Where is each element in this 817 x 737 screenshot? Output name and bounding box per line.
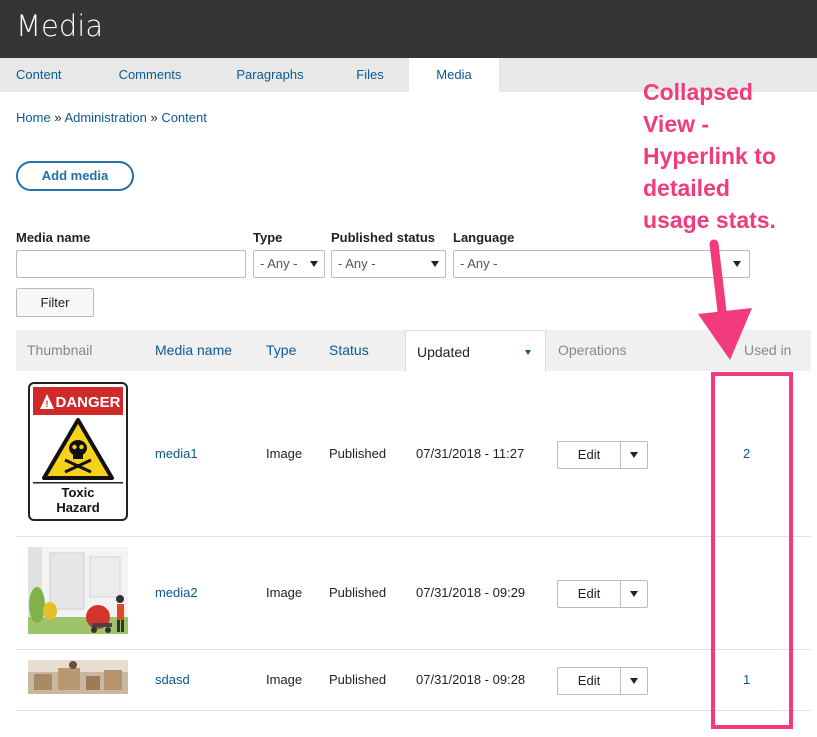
row-divider <box>16 536 811 537</box>
header-type[interactable]: Type <box>266 330 296 371</box>
operations-dropbutton: Edit <box>557 580 648 608</box>
tab-media[interactable]: Media <box>409 58 499 92</box>
edit-button[interactable]: Edit <box>558 442 621 468</box>
edit-button[interactable]: Edit <box>558 668 621 694</box>
status-cell: Published <box>329 446 387 461</box>
chevron-down-icon <box>431 261 439 267</box>
annotation-line: Collapsed <box>643 79 753 105</box>
updated-cell: 07/31/2018 - 09:29 <box>416 585 526 600</box>
dropbutton-toggle[interactable] <box>621 581 647 607</box>
svg-text:!: ! <box>46 399 49 409</box>
media-name-label: Media name <box>16 230 91 245</box>
status-cell: Published <box>329 672 387 687</box>
updated-cell: 07/31/2018 - 09:28 <box>416 672 526 687</box>
hazard-text: Hazard <box>56 500 99 515</box>
dropbutton-toggle[interactable] <box>621 442 647 468</box>
annotation-line: View - <box>643 111 710 137</box>
media-name-link[interactable]: sdasd <box>155 672 190 687</box>
annotation-arrow-icon <box>698 239 752 360</box>
breadcrumb-home[interactable]: Home <box>16 110 51 125</box>
header-status[interactable]: Status <box>329 330 369 371</box>
edit-button[interactable]: Edit <box>558 581 621 607</box>
tab-files[interactable]: Files <box>345 58 395 92</box>
published-status-value: - Any - <box>338 256 376 271</box>
tab-comments[interactable]: Comments <box>110 58 190 92</box>
breadcrumb-separator: » <box>54 110 62 125</box>
annotation-line: detailed <box>643 175 730 201</box>
header-thumbnail: Thumbnail <box>27 342 93 358</box>
row-divider <box>16 710 811 711</box>
toxic-text: Toxic <box>62 485 95 500</box>
dropbutton-toggle[interactable] <box>621 668 647 694</box>
breadcrumb-separator: » <box>150 110 158 125</box>
type-select-value: - Any - <box>260 256 298 271</box>
tab-paragraphs[interactable]: Paragraphs <box>226 58 314 92</box>
language-label: Language <box>453 230 515 245</box>
annotation-callout: Collapsed View - Hyperlink to detailed u… <box>643 76 813 236</box>
breadcrumb: Home » Administration » Content <box>16 110 207 125</box>
published-status-label: Published status <box>331 230 436 245</box>
moving-scene-image <box>28 547 128 634</box>
thumbnail-danger-sign[interactable]: ! DANGER Toxic Hazard <box>28 382 128 521</box>
type-cell: Image <box>266 672 303 687</box>
chevron-down-icon <box>630 591 638 597</box>
boxes-image <box>28 660 128 694</box>
type-cell: Image <box>266 446 303 461</box>
header-updated[interactable]: Updated <box>405 330 546 372</box>
danger-text: DANGER <box>55 394 120 411</box>
published-status-select[interactable]: - Any - <box>331 250 446 278</box>
language-value: - Any - <box>460 256 498 271</box>
media-name-input[interactable] <box>16 250 246 278</box>
media-name-link[interactable]: media2 <box>155 585 198 600</box>
operations-dropbutton: Edit <box>557 441 648 469</box>
thumbnail-boxes-image[interactable] <box>28 660 128 694</box>
chevron-down-icon <box>630 678 638 684</box>
page-title: Media <box>16 9 104 43</box>
thumbnail-moving-image[interactable] <box>28 547 128 634</box>
operations-dropbutton: Edit <box>557 667 648 695</box>
type-cell: Image <box>266 585 303 600</box>
type-select[interactable]: - Any - <box>253 250 325 278</box>
header-operations: Operations <box>558 342 627 358</box>
danger-sign-image: ! DANGER Toxic Hazard <box>28 382 128 521</box>
annotation-line: usage stats. <box>643 207 776 233</box>
breadcrumb-administration[interactable]: Administration <box>64 110 146 125</box>
chevron-down-icon <box>630 452 638 458</box>
chevron-down-icon <box>310 261 318 267</box>
filter-button[interactable]: Filter <box>16 288 94 317</box>
media-name-link[interactable]: media1 <box>155 446 198 461</box>
add-media-button[interactable]: Add media <box>16 161 134 191</box>
used-in-highlight-box <box>711 372 793 729</box>
row-divider <box>16 649 811 650</box>
header-media-name[interactable]: Media name <box>155 330 232 371</box>
breadcrumb-content[interactable]: Content <box>161 110 207 125</box>
updated-cell: 07/31/2018 - 11:27 <box>416 446 525 461</box>
type-label: Type <box>253 230 283 245</box>
admin-header: Media <box>0 0 817 58</box>
annotation-line: Hyperlink to <box>643 143 776 169</box>
tab-content[interactable]: Content <box>16 58 66 92</box>
status-cell: Published <box>329 585 387 600</box>
sort-desc-icon <box>525 350 531 355</box>
header-updated-label: Updated <box>417 344 470 360</box>
